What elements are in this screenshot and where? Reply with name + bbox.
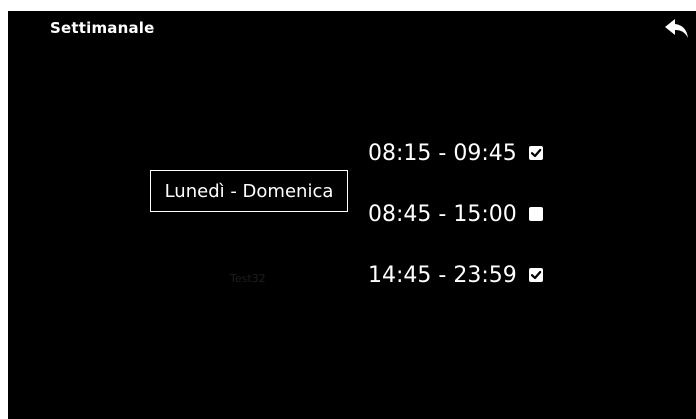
time-slot-label: 08:45 - 15:00 bbox=[368, 201, 517, 227]
day-range-selector[interactable]: Lunedì - Domenica bbox=[150, 170, 348, 212]
page-title: Settimanale bbox=[50, 19, 155, 37]
time-slot-1[interactable]: 08:15 - 09:45 bbox=[368, 138, 543, 168]
screen: Settimanale Lunedì - Domenica Test32 08:… bbox=[8, 11, 696, 419]
checkmark-icon bbox=[530, 270, 542, 280]
slot-checkbox[interactable] bbox=[528, 146, 543, 160]
checkmark-icon bbox=[530, 148, 542, 158]
time-slot-2[interactable]: 08:45 - 15:00 bbox=[368, 199, 543, 229]
slot-checkbox[interactable] bbox=[528, 207, 543, 221]
slot-checkbox[interactable] bbox=[528, 268, 543, 282]
time-slot-label: 14:45 - 23:59 bbox=[368, 262, 517, 288]
time-slot-label: 08:15 - 09:45 bbox=[368, 140, 517, 166]
back-arrow-icon bbox=[665, 19, 688, 38]
back-button[interactable] bbox=[662, 15, 692, 43]
device-name-label: Test32 bbox=[230, 272, 266, 285]
time-slot-3[interactable]: 14:45 - 23:59 bbox=[368, 260, 543, 290]
